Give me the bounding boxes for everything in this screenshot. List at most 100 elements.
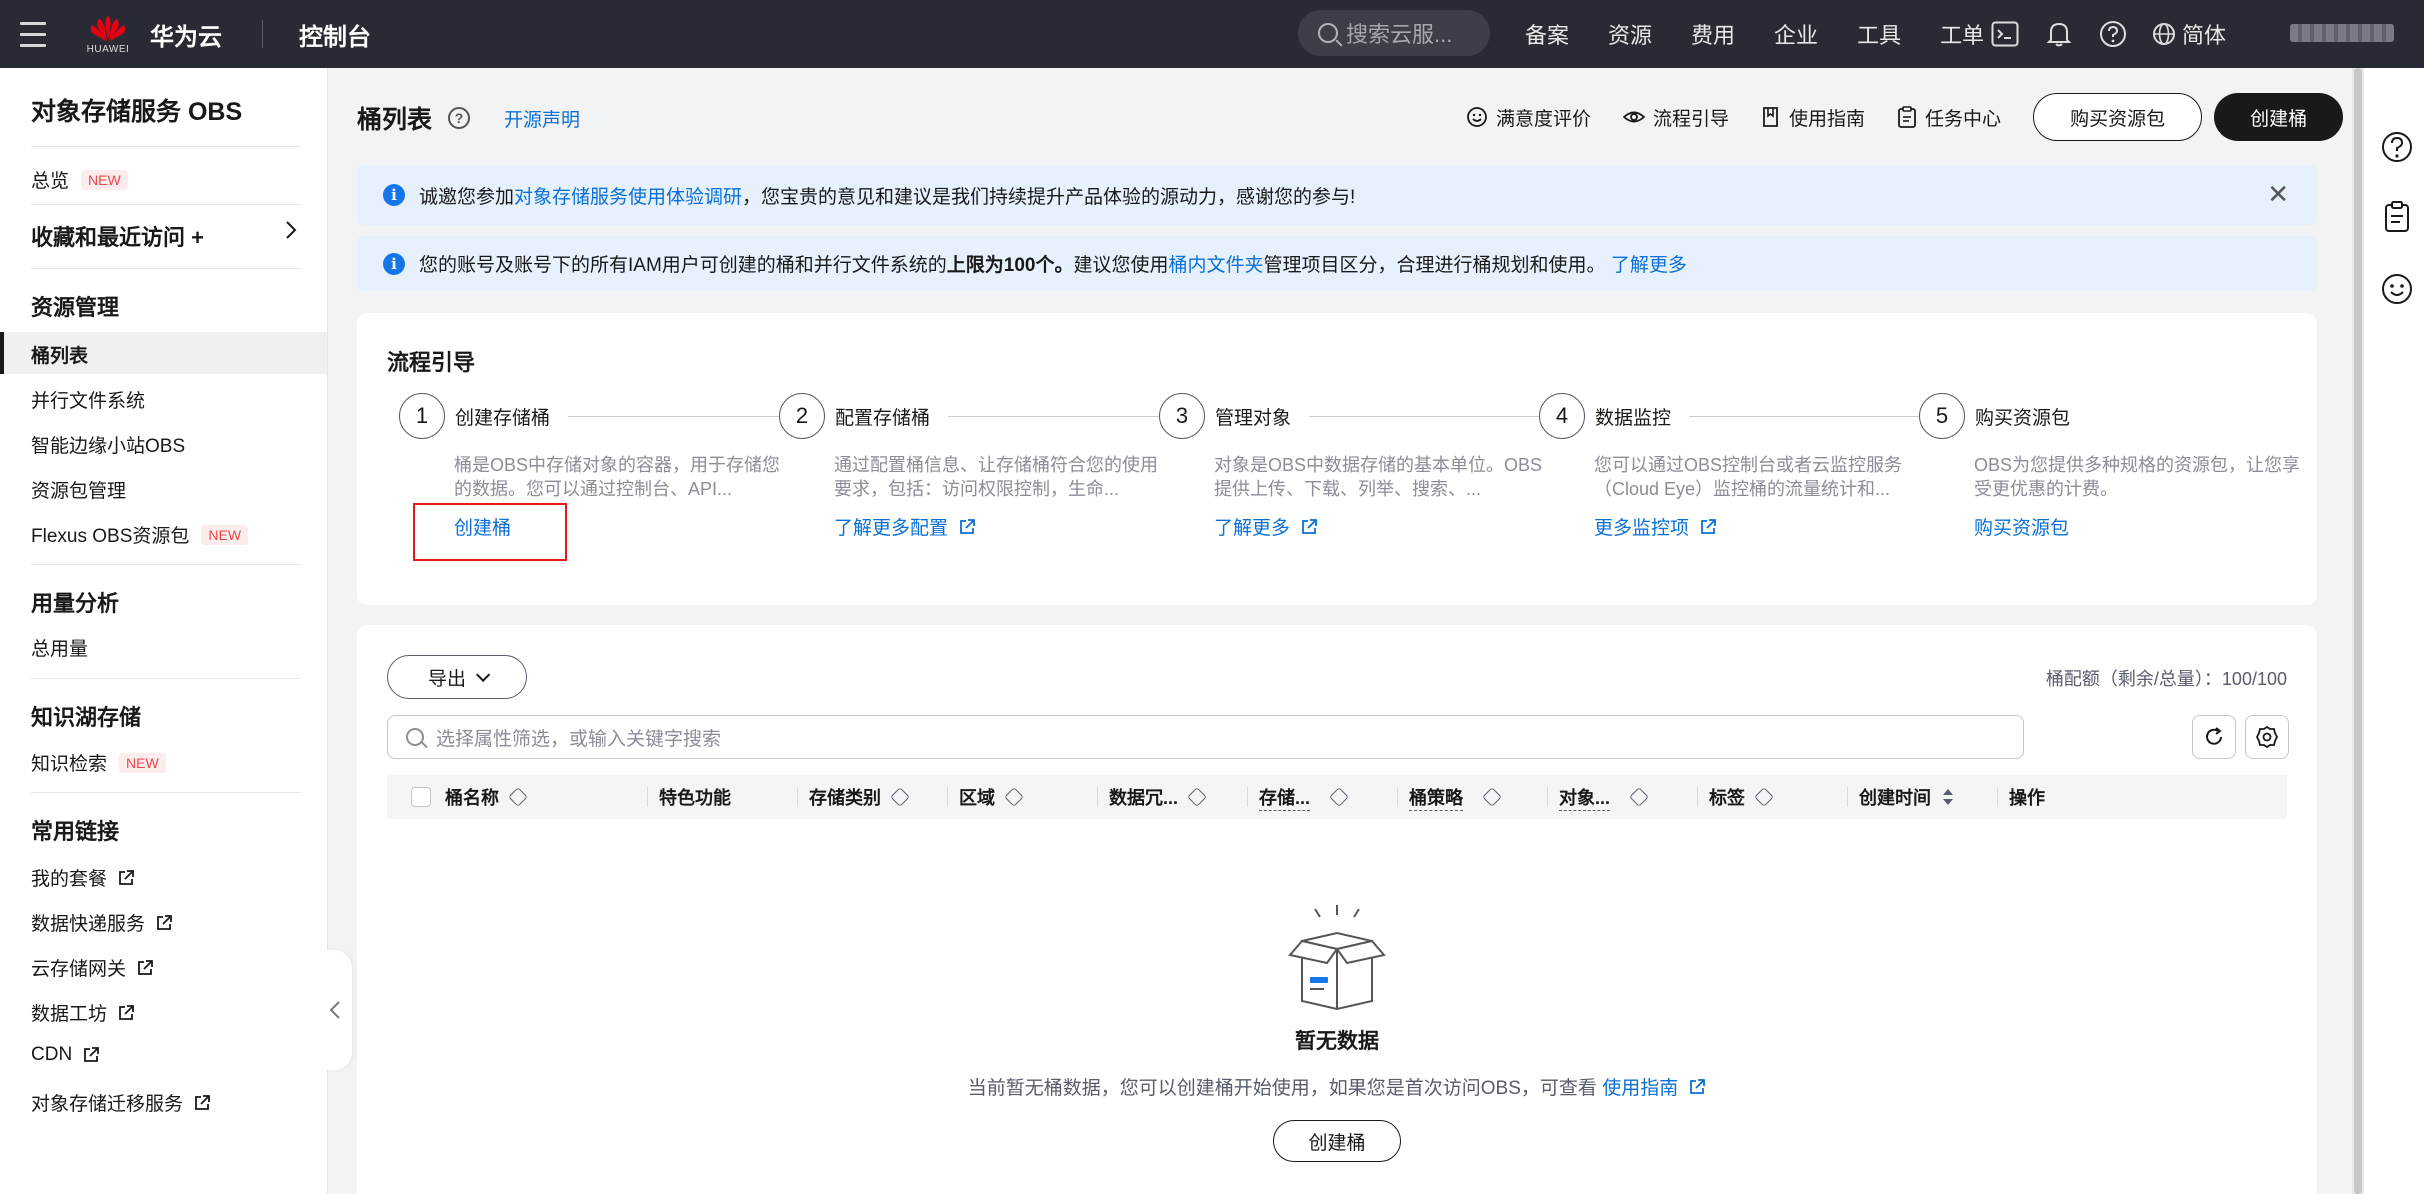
user-guide-link[interactable]: 使用指南	[1602, 1073, 1678, 1100]
divider	[262, 20, 263, 48]
create-bucket-button[interactable]: 创建桶	[2214, 93, 2344, 141]
cloud-shell-icon[interactable]	[1990, 19, 2020, 49]
column-storage-class[interactable]: 存储类别	[797, 775, 910, 819]
sidebar-collapse-toggle[interactable]	[318, 950, 352, 1070]
refresh-button[interactable]	[2192, 715, 2236, 759]
divider	[31, 146, 301, 147]
nav-link-filing[interactable]: 备案	[1525, 18, 1569, 50]
nav-link-tickets[interactable]: 工单	[1940, 18, 1984, 50]
sidebar-item-bucket-list[interactable]: 桶列表	[31, 341, 88, 368]
bucket-table-card: 导出 桶配额（剩余/总量）：100/100 选择属性筛选，或输入关键字搜索 桶名…	[357, 625, 2317, 1194]
help-icon[interactable]: ?	[448, 107, 471, 129]
column-operations: 操作	[1997, 775, 2045, 819]
column-bucket-policy[interactable]: 桶策略	[1397, 775, 1502, 819]
column-region[interactable]: 区域	[947, 775, 1024, 819]
sort-desc-icon[interactable]	[1941, 789, 1955, 805]
scrollbar-thumb[interactable]	[2354, 68, 2362, 1194]
sidebar-item-label: Flexus OBS资源包	[31, 526, 190, 547]
task-center-button[interactable]: 任务中心	[1897, 104, 2001, 131]
link-data-workshop[interactable]: 数据工坊	[31, 999, 135, 1026]
filter-search-input[interactable]: 选择属性筛选，或输入关键字搜索	[387, 715, 2024, 759]
sort-icon[interactable]	[890, 787, 910, 807]
sidebar-item-parallel-fs[interactable]: 并行文件系统	[31, 386, 145, 413]
new-badge: NEW	[81, 169, 128, 190]
sort-icon[interactable]	[1754, 787, 1774, 807]
cloud-brand-name[interactable]: 华为云	[150, 17, 222, 52]
notice-text: 您的账号及账号下的所有IAM用户可创建的桶和并行文件系统的	[419, 255, 947, 276]
link-data-express[interactable]: 数据快递服务	[31, 909, 173, 936]
empty-create-bucket-button[interactable]: 创建桶	[1273, 1120, 1401, 1162]
select-all-checkbox[interactable]	[411, 787, 431, 807]
help-circle-icon[interactable]	[2380, 130, 2414, 164]
external-link-icon	[1302, 518, 1317, 534]
book-icon	[1763, 107, 1778, 127]
buy-package-button[interactable]: 购买资源包	[2033, 93, 2203, 141]
column-separator	[947, 787, 948, 807]
step-learn-more-link[interactable]: 了解更多	[1214, 513, 1539, 540]
sidebar-item-package-mgmt[interactable]: 资源包管理	[31, 476, 126, 503]
sort-icon[interactable]	[1187, 787, 1207, 807]
sort-icon[interactable]	[1329, 787, 1349, 807]
column-features: 特色功能	[647, 775, 731, 819]
divider	[31, 204, 301, 205]
step-learn-config-link[interactable]: 了解更多配置	[834, 513, 1159, 540]
sort-icon[interactable]	[1004, 787, 1024, 807]
chevron-down-icon	[476, 667, 491, 682]
export-dropdown[interactable]: 导出	[387, 655, 527, 699]
help-center-icon[interactable]	[2098, 19, 2128, 49]
huawei-logo[interactable]: HUAWEI	[86, 13, 130, 55]
satisfaction-button[interactable]: 满意度评价	[1466, 104, 1591, 131]
nav-link-tools[interactable]: 工具	[1857, 18, 1901, 50]
folder-link[interactable]: 桶内文件夹	[1169, 250, 1264, 277]
step-number: 4	[1539, 393, 1585, 439]
smile-icon[interactable]	[2380, 272, 2414, 306]
column-storage-usage[interactable]: 存储...	[1247, 775, 1349, 819]
column-tags[interactable]: 标签	[1697, 775, 1774, 819]
nav-link-resources[interactable]: 资源	[1608, 18, 1652, 50]
sidebar-item-overview[interactable]: 总览 NEW	[31, 166, 128, 193]
clipboard-icon[interactable]	[2380, 200, 2414, 234]
link-cdn[interactable]: CDN	[31, 1044, 100, 1066]
global-search-input[interactable]: 搜索云服...	[1298, 10, 1490, 56]
sidebar-item-knowledge-search[interactable]: 知识检索 NEW	[31, 749, 166, 776]
sidebar-item-flexus-package[interactable]: Flexus OBS资源包 NEW	[31, 521, 249, 548]
link-obs-migration[interactable]: 对象存储迁移服务	[31, 1089, 211, 1116]
sidebar-favorites[interactable]: 收藏和最近访问 +	[31, 220, 297, 252]
notification-bell-icon[interactable]	[2044, 19, 2074, 49]
column-separator	[797, 787, 798, 807]
column-bucket-name[interactable]: 桶名称	[445, 775, 528, 819]
link-my-plans[interactable]: 我的套餐	[31, 864, 135, 891]
column-label: 存储...	[1259, 784, 1311, 811]
column-data-redundancy[interactable]: 数据冗...	[1097, 775, 1207, 819]
info-icon: i	[383, 184, 405, 206]
sort-icon[interactable]	[1482, 787, 1502, 807]
console-title[interactable]: 控制台	[299, 17, 371, 52]
sort-icon[interactable]	[1629, 787, 1649, 807]
table-settings-button[interactable]	[2245, 715, 2289, 759]
step-monitoring-link[interactable]: 更多监控项	[1594, 513, 1919, 540]
user-account-name[interactable]	[2290, 24, 2394, 42]
step-buy-package-link[interactable]: 购买资源包	[1974, 513, 2279, 540]
menu-icon[interactable]	[0, 0, 66, 68]
open-source-link[interactable]: 开源声明	[504, 105, 580, 132]
column-created-time[interactable]: 创建时间	[1847, 775, 1955, 819]
column-object-count[interactable]: 对象...	[1547, 775, 1649, 819]
sidebar-item-total-usage[interactable]: 总用量	[31, 634, 88, 661]
new-badge: NEW	[119, 752, 166, 773]
nav-link-enterprise[interactable]: 企业	[1774, 18, 1818, 50]
user-guide-button[interactable]: 使用指南	[1761, 104, 1865, 131]
close-icon[interactable]: ✕	[2267, 181, 2289, 207]
step-description: 桶是OBS中存储对象的容器，用于存储您的数据。您可以通过控制台、API...	[454, 455, 781, 499]
link-storage-gateway[interactable]: 云存储网关	[31, 954, 154, 981]
survey-link[interactable]: 对象存储服务使用体验调研	[514, 182, 742, 209]
process-guide-button[interactable]: 流程引导	[1623, 104, 1729, 131]
nav-link-billing[interactable]: 费用	[1691, 18, 1735, 50]
step-number: 3	[1159, 393, 1205, 439]
step-number: 5	[1919, 393, 1965, 439]
link-label: 了解更多配置	[834, 518, 949, 539]
language-switcher[interactable]: 简体	[2152, 18, 2226, 50]
sidebar-item-edge-obs[interactable]: 智能边缘小站OBS	[31, 431, 185, 458]
learn-more-link[interactable]: 了解更多	[1611, 250, 1687, 277]
sort-icon[interactable]	[508, 787, 528, 807]
step-description: 通过配置桶信息、让存储桶符合您的使用要求，包括：访问权限控制，生命...	[834, 455, 1158, 499]
